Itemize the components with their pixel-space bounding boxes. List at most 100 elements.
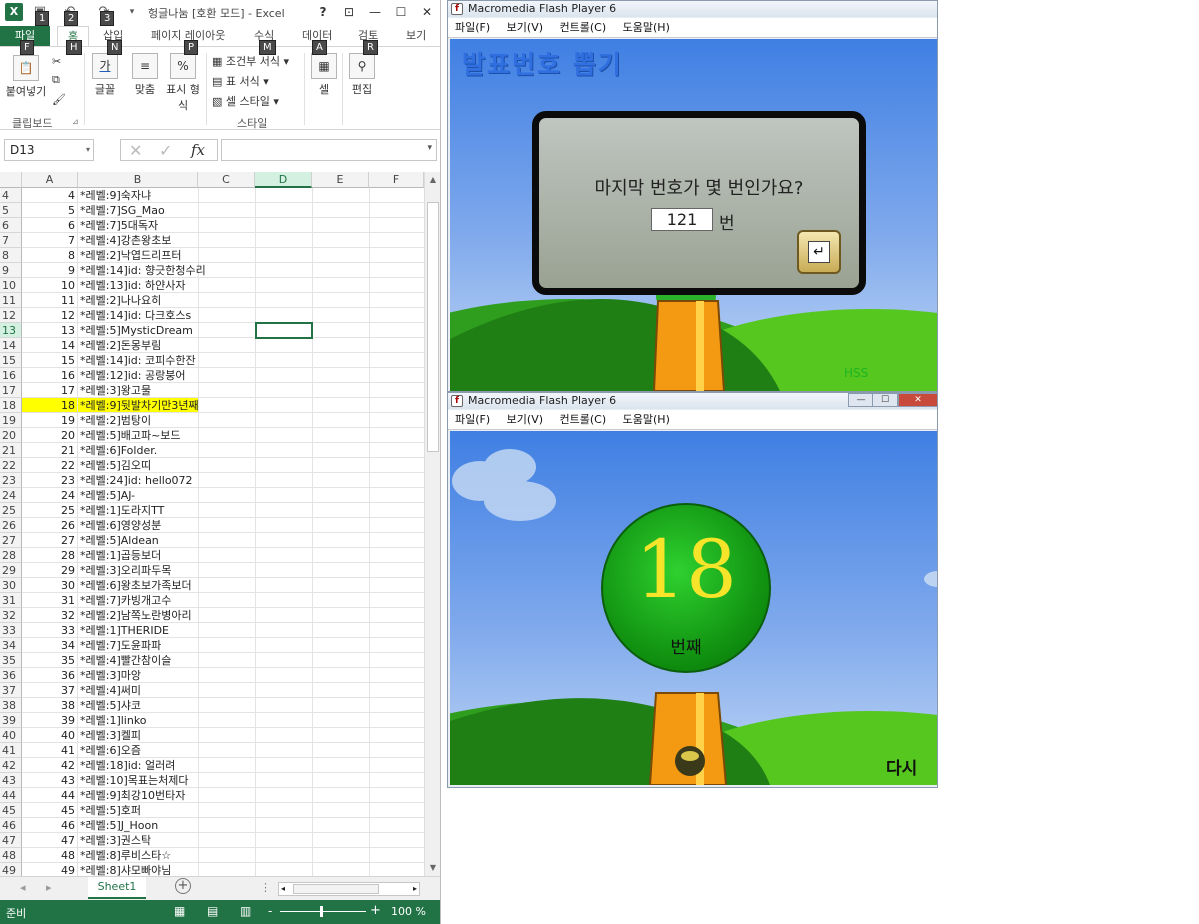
zoom-out-button[interactable]: - [268,904,272,918]
empty-cells[interactable] [198,773,424,788]
row-header[interactable]: 21 [0,443,22,458]
cell-b[interactable]: *레벨:14]id: 다크호스s [78,308,198,323]
qat-customize-icon[interactable]: ▾ [122,3,142,21]
cell-b[interactable]: *레벨:5]배고파~보드 [78,428,198,443]
cell-b[interactable]: *레벨:8]샤모빠야님 [78,863,198,876]
cell-a[interactable]: 7 [22,233,78,248]
cell-b[interactable]: *레벨:5]AJ- [78,488,198,503]
empty-cells[interactable] [198,713,424,728]
again-button[interactable]: 다시 [886,754,917,779]
cell-a[interactable]: 24 [22,488,78,503]
cell-a[interactable]: 35 [22,653,78,668]
empty-cells[interactable] [198,623,424,638]
cell-a[interactable]: 5 [22,203,78,218]
cell-b[interactable]: *레벨:1]THERIDE [78,623,198,638]
tab-view[interactable]: 보기 [401,26,431,46]
cell-a[interactable]: 8 [22,248,78,263]
row-header[interactable]: 38 [0,698,22,713]
row-header[interactable]: 28 [0,548,22,563]
scroll-right-icon[interactable]: ▸ [413,883,417,895]
empty-cells[interactable] [198,278,424,293]
cell-a[interactable]: 37 [22,683,78,698]
cell-a[interactable]: 45 [22,803,78,818]
cell-a[interactable]: 34 [22,638,78,653]
row-header[interactable]: 44 [0,788,22,803]
cell-a[interactable]: 30 [22,578,78,593]
empty-cells[interactable] [198,518,424,533]
font-button[interactable]: 가 글꼴 [90,53,120,97]
cell-b[interactable]: *레벨:13]id: 하얀사자 [78,278,198,293]
row-header[interactable]: 6 [0,218,22,233]
empty-cells[interactable] [198,818,424,833]
cell-a[interactable]: 16 [22,368,78,383]
row-header[interactable]: 29 [0,563,22,578]
row-header[interactable]: 47 [0,833,22,848]
close-button[interactable]: ✕ [416,3,438,21]
row-header[interactable]: 35 [0,653,22,668]
cell-a[interactable]: 20 [22,428,78,443]
row-header[interactable]: 45 [0,803,22,818]
empty-cells[interactable] [198,698,424,713]
empty-cells[interactable] [198,458,424,473]
maximize-button[interactable]: ☐ [390,3,412,21]
empty-cells[interactable] [198,248,424,263]
cell-b[interactable]: *레벨:4]써미 [78,683,198,698]
cell-b[interactable]: *레벨:6]영양성분 [78,518,198,533]
row-header[interactable]: 37 [0,683,22,698]
cell-b[interactable]: *레벨:5]호퍼 [78,803,198,818]
cell-a[interactable]: 4 [22,188,78,203]
column-header-f[interactable]: F [369,172,424,188]
scroll-down-icon[interactable]: ▼ [427,862,439,874]
empty-cells[interactable] [198,668,424,683]
cell-a[interactable]: 49 [22,863,78,876]
row-header[interactable]: 27 [0,533,22,548]
cell-b[interactable]: *레벨:24]id: hello072 [78,473,198,488]
menu-control[interactable]: 컨트롤(C) [560,21,607,34]
row-header[interactable]: 24 [0,488,22,503]
row-header[interactable]: 17 [0,383,22,398]
empty-cells[interactable] [198,803,424,818]
empty-cells[interactable] [198,428,424,443]
row-header[interactable]: 13 [0,323,22,338]
row-header[interactable]: 30 [0,578,22,593]
cell-b[interactable]: *레벨:6]왕초보가족보더 [78,578,198,593]
row-header[interactable]: 23 [0,473,22,488]
empty-cells[interactable] [198,353,424,368]
cells-button[interactable]: ▦ 셀 [310,53,338,97]
horizontal-scrollbar[interactable]: ◂ ▸ [278,882,420,896]
cell-a[interactable]: 27 [22,533,78,548]
row-header[interactable]: 7 [0,233,22,248]
empty-cells[interactable] [198,263,424,278]
zoom-in-button[interactable]: + [370,903,381,918]
row-header[interactable]: 19 [0,413,22,428]
row-header[interactable]: 33 [0,623,22,638]
row-header[interactable]: 5 [0,203,22,218]
empty-cells[interactable] [198,743,424,758]
number-format-button[interactable]: % 표시 형 식 [164,53,202,113]
expand-formula-icon[interactable]: ▾ [427,143,432,153]
cell-b[interactable]: *레벨:5]J_Hoon [78,818,198,833]
cancel-icon[interactable]: ✕ [129,141,142,160]
cell-b[interactable]: *레벨:9]뒷발차기만3년째 [78,398,199,413]
cell-a[interactable]: 21 [22,443,78,458]
cell-b[interactable]: *레벨:3]오리파두목 [78,563,198,578]
cell-a[interactable]: 12 [22,308,78,323]
worksheet-grid[interactable]: ABCDEF 4 4 *레벨:9]숙자냐 5 5 *레벨:7]SG_Mao 6 6 *레벨:7]… [0,172,424,876]
cell-a[interactable]: 36 [22,668,78,683]
cell-b[interactable]: *레벨:7]SG_Mao [78,203,198,218]
empty-cells[interactable] [198,443,424,458]
empty-cells[interactable] [198,863,424,876]
cell-b[interactable]: *레벨:6]Folder. [78,443,198,458]
empty-cells[interactable] [198,788,424,803]
last-number-input[interactable]: 121 [651,208,713,231]
normal-view-icon[interactable]: ▦ [174,904,185,918]
cell-b[interactable]: *레벨:7]도윤파파 [78,638,198,653]
empty-cells[interactable] [198,488,424,503]
cell-b[interactable]: *레벨:5]샤코 [78,698,198,713]
row-header[interactable]: 25 [0,503,22,518]
cell-b[interactable]: *레벨:8]루비스타☆ [78,848,198,863]
cell-b[interactable]: *레벨:9]숙자냐 [78,188,198,203]
menu-help[interactable]: 도움말(H) [623,21,670,34]
insert-function-icon[interactable]: fx [191,141,205,159]
name-box[interactable]: D13 ▾ [4,139,94,161]
